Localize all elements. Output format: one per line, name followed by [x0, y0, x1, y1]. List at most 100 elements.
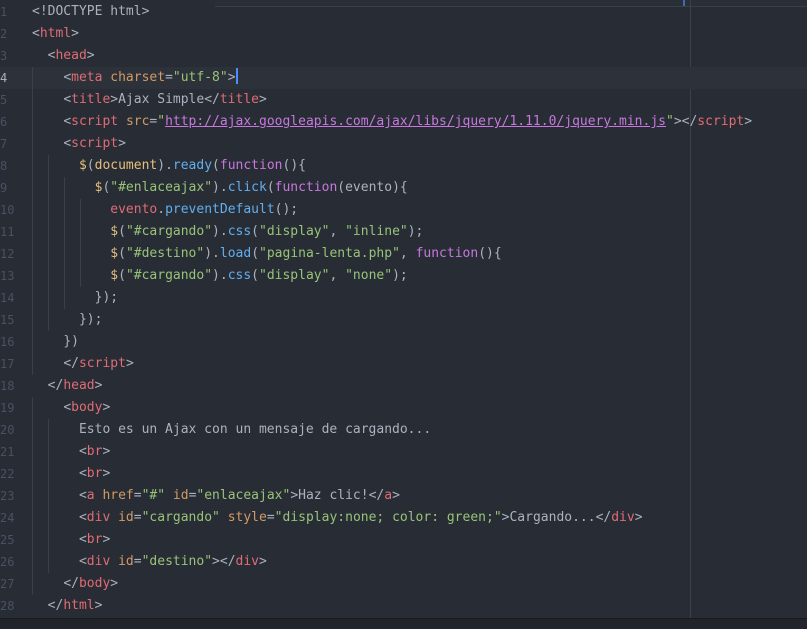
code-token: <	[78, 466, 87, 481]
code-line[interactable]: 9 $("#enlaceajax").click(function(evento…	[0, 177, 807, 199]
code-text[interactable]: evento.preventDefault();	[32, 199, 298, 221]
code-token: =	[133, 510, 142, 525]
code-line[interactable]: 17 </script>	[0, 353, 807, 375]
code-text[interactable]: <meta charset="utf-8">	[32, 67, 238, 89]
code-line[interactable]: 22 <br>	[0, 463, 807, 485]
indent-guide	[64, 243, 65, 265]
code-token: ></	[212, 554, 236, 569]
code-text[interactable]: </body>	[32, 573, 118, 595]
code-line[interactable]: 18 </head>	[0, 375, 807, 397]
code-token: >	[110, 92, 119, 107]
code-token: "#cargando"	[125, 268, 213, 283]
code-text[interactable]: $("#cargando").css("display", "inline");	[32, 221, 423, 243]
code-text[interactable]: </html>	[32, 595, 103, 617]
code-token: </	[47, 378, 64, 393]
code-line[interactable]: 23 <a href="#" id="enlaceajax">Haz clic!…	[0, 485, 807, 507]
code-line[interactable]: 12 $("#destino").load("pagina-lenta.php"…	[0, 243, 807, 265]
code-line[interactable]: 26 <div id="destino"></div>	[0, 551, 807, 573]
code-token: >	[110, 576, 119, 591]
code-token: "	[157, 114, 166, 129]
line-number: 28	[0, 599, 15, 613]
code-token: (){	[478, 246, 502, 261]
code-text[interactable]: <br>	[32, 463, 110, 485]
code-text[interactable]: $(document).ready(function(){	[32, 155, 306, 177]
code-text[interactable]: </script>	[32, 353, 133, 375]
code-text[interactable]: <html>	[32, 23, 79, 45]
code-token: "inline"	[345, 224, 408, 239]
code-line[interactable]: 15 });	[0, 309, 807, 331]
code-text[interactable]: });	[32, 287, 118, 309]
code-line[interactable]: 28 </html>	[0, 595, 807, 617]
code-text[interactable]: Esto es un Ajax con un mensaje de cargan…	[32, 419, 431, 441]
code-line[interactable]: 4 <meta charset="utf-8">	[0, 67, 807, 89]
code-line[interactable]: 13 $("#cargando").css("display", "none")…	[0, 265, 807, 287]
code-text[interactable]: <body>	[32, 397, 110, 419]
code-text[interactable]: <script>	[32, 133, 126, 155]
code-text[interactable]: $("#cargando").css("display", "none");	[32, 265, 407, 287]
code-text[interactable]: })	[32, 331, 79, 353]
code-token: body	[78, 576, 111, 591]
code-line[interactable]: 19 <body>	[0, 397, 807, 419]
code-line[interactable]: 25 <br>	[0, 529, 807, 551]
code-text[interactable]: $("#enlaceajax").click(function(evento){	[32, 177, 408, 199]
code-token: br	[86, 532, 103, 547]
code-token: html	[39, 26, 72, 41]
code-token: });	[78, 312, 103, 327]
indent-guide	[48, 309, 49, 331]
code-token: >	[86, 48, 95, 63]
status-bar	[0, 618, 807, 629]
code-text[interactable]: <head>	[32, 45, 95, 67]
code-text[interactable]: <title>Ajax Simple</title>	[32, 89, 267, 111]
code-token: $	[110, 224, 119, 239]
code-lines[interactable]: 1 <!DOCTYPE html> 2 <html> 3 <head> 4 <meta c…	[0, 1, 807, 617]
code-editor[interactable]: 1 <!DOCTYPE html> 2 <html> 3 <head> 4 <meta c…	[0, 0, 807, 629]
code-line[interactable]: 7 <script>	[0, 133, 807, 155]
indent-guide	[80, 265, 81, 287]
indent-guide	[32, 331, 33, 353]
code-token: ready	[172, 158, 213, 173]
code-line[interactable]: 16 })	[0, 331, 807, 353]
code-token: (	[251, 246, 260, 261]
code-line[interactable]: 20 Esto es un Ajax con un mensaje de car…	[0, 419, 807, 441]
indent-guide	[32, 573, 33, 595]
code-token: <	[78, 488, 87, 503]
code-text[interactable]: <a href="#" id="enlaceajax">Haz clic!</a…	[32, 485, 400, 507]
code-line[interactable]: 14 });	[0, 287, 807, 309]
code-text[interactable]: });	[32, 309, 102, 331]
code-text[interactable]: <br>	[32, 441, 110, 463]
code-line[interactable]: 24 <div id="cargando" style="display:non…	[0, 507, 807, 529]
code-text[interactable]: <!DOCTYPE html>	[32, 1, 149, 23]
code-text[interactable]: <div id="destino"></div>	[32, 551, 267, 573]
code-token: href	[102, 488, 134, 503]
code-line[interactable]: 5 <title>Ajax Simple</title>	[0, 89, 807, 111]
code-text[interactable]: </head>	[32, 375, 103, 397]
code-text[interactable]: <div id="cargando" style="display:none; …	[32, 507, 643, 529]
indent-guide	[32, 221, 33, 243]
code-token: ,	[399, 246, 416, 261]
code-line[interactable]: 3 <head>	[0, 45, 807, 67]
code-line[interactable]: 10 evento.preventDefault();	[0, 199, 807, 221]
code-line[interactable]: 27 </body>	[0, 573, 807, 595]
code-line[interactable]: 21 <br>	[0, 441, 807, 463]
code-token: .	[157, 202, 166, 217]
code-line[interactable]: 11 $("#cargando").css("display", "inline…	[0, 221, 807, 243]
code-text[interactable]: <script src="http://ajax.googleapis.com/…	[32, 111, 752, 133]
line-number: 14	[0, 291, 15, 305]
code-token: br	[86, 444, 103, 459]
code-text[interactable]: $("#destino").load("pagina-lenta.php", f…	[32, 243, 502, 265]
code-line[interactable]: 8 $(document).ready(function(){	[0, 155, 807, 177]
code-token: (	[251, 224, 259, 239]
code-token: (	[118, 268, 126, 283]
code-line[interactable]: 1 <!DOCTYPE html>	[0, 1, 807, 23]
code-line[interactable]: 2 <html>	[0, 23, 807, 45]
code-text[interactable]: <br>	[32, 529, 110, 551]
code-line[interactable]: 6 <script src="http://ajax.googleapis.co…	[0, 111, 807, 133]
